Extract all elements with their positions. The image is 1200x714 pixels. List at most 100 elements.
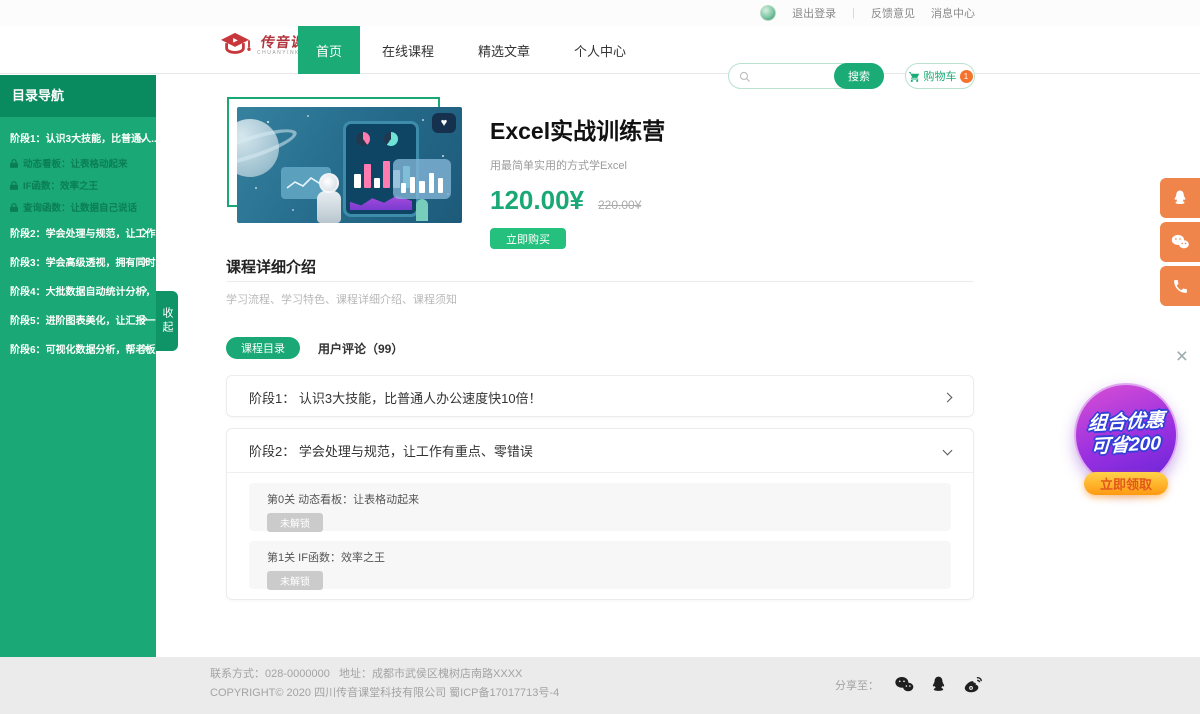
phone-contact-button[interactable] bbox=[1160, 266, 1200, 306]
stage-label: 阶段3： bbox=[10, 258, 46, 269]
sidebar-stage-3[interactable]: 阶段3：学会高级透视，拥有同时... bbox=[0, 247, 156, 276]
tab-user-reviews[interactable]: 用户评论（99） bbox=[318, 340, 403, 357]
tab-course-catalog[interactable]: 课程目录 bbox=[226, 337, 300, 359]
lock-icon bbox=[10, 181, 18, 190]
lesson-label: IF函数：效率之王 bbox=[23, 178, 98, 192]
lesson-status-badge: 未解锁 bbox=[267, 513, 323, 532]
share-wechat-icon[interactable] bbox=[893, 675, 915, 694]
catalog-sidebar: 目录导航 阶段1：认识3大技能，比普通人... 动态看板：让表格动起来 IF函数… bbox=[0, 75, 156, 657]
nav-item-articles[interactable]: 精选文章 bbox=[456, 26, 552, 74]
favorite-button[interactable]: ♥ bbox=[432, 113, 456, 133]
cactus-decoration bbox=[416, 199, 428, 221]
promo-line2: 可省200 bbox=[1090, 433, 1161, 459]
qq-icon bbox=[1171, 189, 1189, 207]
panel-title: 认识3大技能，比普通人办公速度快10倍！ bbox=[299, 388, 542, 407]
course-price: 120.00¥ bbox=[490, 185, 584, 216]
nav-item-profile[interactable]: 个人中心 bbox=[552, 26, 648, 74]
sidebar-stage-2[interactable]: 阶段2：学会处理与规范，让工作... bbox=[0, 218, 156, 247]
stage-label: 阶段2： bbox=[10, 229, 46, 240]
wechat-icon bbox=[1170, 233, 1190, 251]
chevron-down-icon bbox=[943, 446, 953, 456]
nav-item-courses[interactable]: 在线课程 bbox=[360, 26, 456, 74]
sidebar-title: 目录导航 bbox=[0, 75, 156, 117]
detail-heading: 课程详细介绍 bbox=[226, 256, 316, 277]
sidebar-stage-4[interactable]: 阶段4：大批数据自动统计分析，... bbox=[0, 276, 156, 305]
promo-close-icon[interactable]: × bbox=[1176, 346, 1188, 367]
wechat-contact-button[interactable] bbox=[1160, 222, 1200, 262]
stage-label: 阶段1： bbox=[10, 134, 46, 145]
claim-coupon-button[interactable]: 立即领取 bbox=[1084, 472, 1168, 495]
footer: 联系方式：028-0000000 地址：成都市武侯区槐树店南路XXXX COPY… bbox=[0, 657, 1200, 714]
lock-icon bbox=[10, 159, 18, 168]
lesson-title: 第1关 IF函数：效率之王 bbox=[267, 549, 933, 565]
stars-decoration bbox=[237, 107, 239, 109]
sidebar-stage-6[interactable]: 阶段6：可视化数据分析，帮老板... bbox=[0, 334, 156, 363]
lesson-title: 第0关 动态看板：让表格动起来 bbox=[267, 491, 933, 507]
footer-address: 地址：成都市武侯区槐树店南路XXXX bbox=[339, 668, 522, 680]
stage-panel-1: 阶段1： 认识3大技能，比普通人办公速度快10倍！ bbox=[226, 375, 974, 417]
astronaut-helmet bbox=[319, 173, 339, 193]
chevron-right-icon bbox=[943, 392, 953, 402]
detail-tabs: 课程目录 用户评论（99） bbox=[226, 337, 403, 359]
cart-count-badge: 1 bbox=[960, 70, 973, 83]
main-nav: 首页 在线课程 精选文章 个人中心 bbox=[298, 26, 648, 74]
nav-item-home[interactable]: 首页 bbox=[298, 26, 360, 74]
chart-card-right bbox=[393, 159, 451, 199]
cart-button[interactable]: 购物车 1 bbox=[905, 63, 975, 89]
lesson-label: 动态看板：让表格动起来 bbox=[23, 156, 128, 170]
sidebar-stage-1[interactable]: 阶段1：认识3大技能，比普通人... bbox=[0, 123, 156, 152]
panel-label: 阶段2： bbox=[249, 441, 295, 460]
sidebar-lesson-3[interactable]: 查询函数：让数据自己说话 bbox=[0, 196, 156, 218]
stage-label: 阶段4： bbox=[10, 287, 46, 298]
stage-panel-1-header[interactable]: 阶段1： 认识3大技能，比普通人办公速度快10倍！ bbox=[227, 376, 973, 418]
course-cover-image[interactable]: ♥ bbox=[237, 107, 462, 223]
phone-icon bbox=[1172, 278, 1189, 295]
footer-contact: 联系方式：028-0000000 bbox=[210, 668, 330, 680]
lesson-status-badge: 未解锁 bbox=[267, 571, 323, 590]
navbar: 传音课堂 CHUANYINKETANG 首页 在线课程 精选文章 个人中心 搜索… bbox=[0, 26, 1200, 74]
course-original-price: 220.00¥ bbox=[598, 198, 641, 212]
search-icon bbox=[738, 70, 752, 84]
page: 退出登录 | 反馈意见 消息中心 传音课堂 CHUANYINKETANG 首页 … bbox=[0, 0, 1200, 714]
stage-panel-2-header[interactable]: 阶段2： 学会处理与规范，让工作有重点、零错误 bbox=[227, 429, 973, 473]
stage-panel-2: 阶段2： 学会处理与规范，让工作有重点、零错误 第0关 动态看板：让表格动起来 … bbox=[226, 428, 974, 600]
feedback-link[interactable]: 反馈意见 bbox=[871, 5, 915, 21]
heart-icon: ♥ bbox=[441, 118, 448, 129]
share-label: 分享至： bbox=[835, 677, 879, 693]
topbar-divider: | bbox=[852, 7, 855, 19]
user-avatar[interactable] bbox=[760, 5, 776, 21]
share-weibo-icon[interactable] bbox=[962, 675, 984, 694]
messages-link[interactable]: 消息中心 bbox=[931, 5, 975, 21]
graduation-cap-icon bbox=[218, 31, 252, 59]
sidebar-collapse-button[interactable]: 收起 bbox=[156, 291, 178, 351]
course-info: Excel实战训练营 用最简单实用的方式学Excel 120.00¥ 220.0… bbox=[490, 112, 665, 249]
search-input[interactable] bbox=[755, 65, 835, 87]
cart-icon bbox=[908, 70, 921, 83]
lock-icon bbox=[10, 203, 18, 212]
lesson-card-1[interactable]: 第1关 IF函数：效率之王 未解锁 bbox=[249, 541, 951, 589]
logout-link[interactable]: 退出登录 bbox=[792, 5, 836, 21]
astronaut-body bbox=[317, 191, 341, 223]
cart-label: 购物车 bbox=[924, 68, 957, 84]
course-title: Excel实战训练营 bbox=[490, 112, 665, 146]
search-button[interactable]: 搜索 bbox=[834, 63, 884, 89]
lesson-label: 查询函数：让数据自己说话 bbox=[23, 200, 137, 214]
pie-chart-glyph bbox=[384, 132, 398, 146]
panel-title: 学会处理与规范，让工作有重点、零错误 bbox=[299, 441, 533, 460]
stage-label: 阶段5： bbox=[10, 316, 46, 327]
qq-contact-button[interactable] bbox=[1160, 178, 1200, 218]
buy-now-button[interactable]: 立即购买 bbox=[490, 228, 566, 249]
search-box: 搜索 bbox=[728, 63, 884, 89]
panel-label: 阶段1： bbox=[249, 388, 295, 407]
sidebar-lesson-2[interactable]: IF函数：效率之王 bbox=[0, 174, 156, 196]
sidebar-lesson-1[interactable]: 动态看板：让表格动起来 bbox=[0, 152, 156, 174]
topbar: 退出登录 | 反馈意见 消息中心 bbox=[0, 0, 1200, 26]
sidebar-stage-5[interactable]: 阶段5：进阶图表美化，让汇报一... bbox=[0, 305, 156, 334]
stage-label: 阶段6： bbox=[10, 345, 46, 356]
divider bbox=[226, 281, 974, 282]
course-subtitle: 用最简单实用的方式学Excel bbox=[490, 157, 665, 173]
detail-intro: 学习流程、学习特色、课程详细介绍、课程须知 bbox=[226, 291, 457, 307]
lesson-card-0[interactable]: 第0关 动态看板：让表格动起来 未解锁 bbox=[249, 483, 951, 531]
pie-chart-glyph bbox=[356, 132, 370, 146]
share-qq-icon[interactable] bbox=[929, 675, 948, 694]
